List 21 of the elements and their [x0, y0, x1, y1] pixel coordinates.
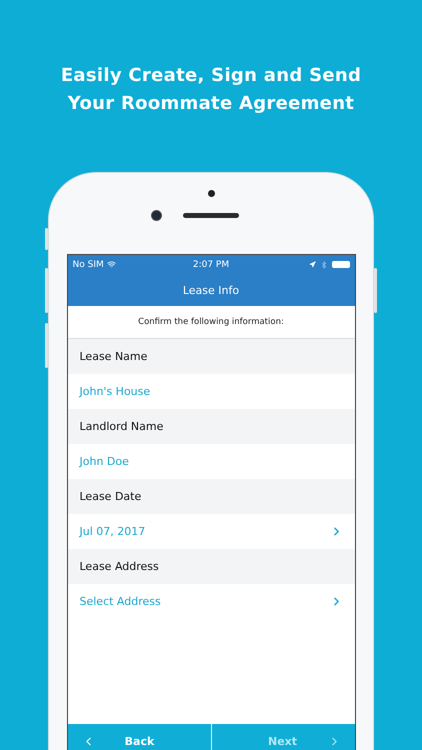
field-label: Lease Address — [68, 549, 354, 584]
front-camera — [151, 210, 162, 221]
field-value[interactable]: Select Address — [68, 584, 354, 619]
location-icon — [308, 261, 316, 268]
sensor-dot — [208, 190, 214, 197]
nav-title: Lease Info — [68, 274, 354, 306]
speaker-grille — [183, 213, 239, 218]
field-label: Lease Date — [68, 479, 354, 514]
headline: Easily Create, Sign and Send — [60, 64, 362, 88]
bluetooth-icon — [320, 260, 328, 268]
clock: 2:07 PM — [192, 260, 230, 270]
battery-icon — [332, 261, 350, 268]
back-button[interactable]: Back — [68, 724, 212, 750]
field-label: Landlord Name — [68, 409, 354, 444]
field-value[interactable]: Jul 07, 2017 — [68, 514, 354, 549]
field-value[interactable]: John's House — [68, 374, 354, 409]
wifi-icon — [106, 260, 116, 269]
field-label: Lease Name — [68, 339, 354, 374]
field-value[interactable]: John Doe — [68, 444, 354, 479]
carrier-label: No SIM — [72, 260, 104, 270]
headline: Your Roommate Agreement — [68, 92, 354, 116]
